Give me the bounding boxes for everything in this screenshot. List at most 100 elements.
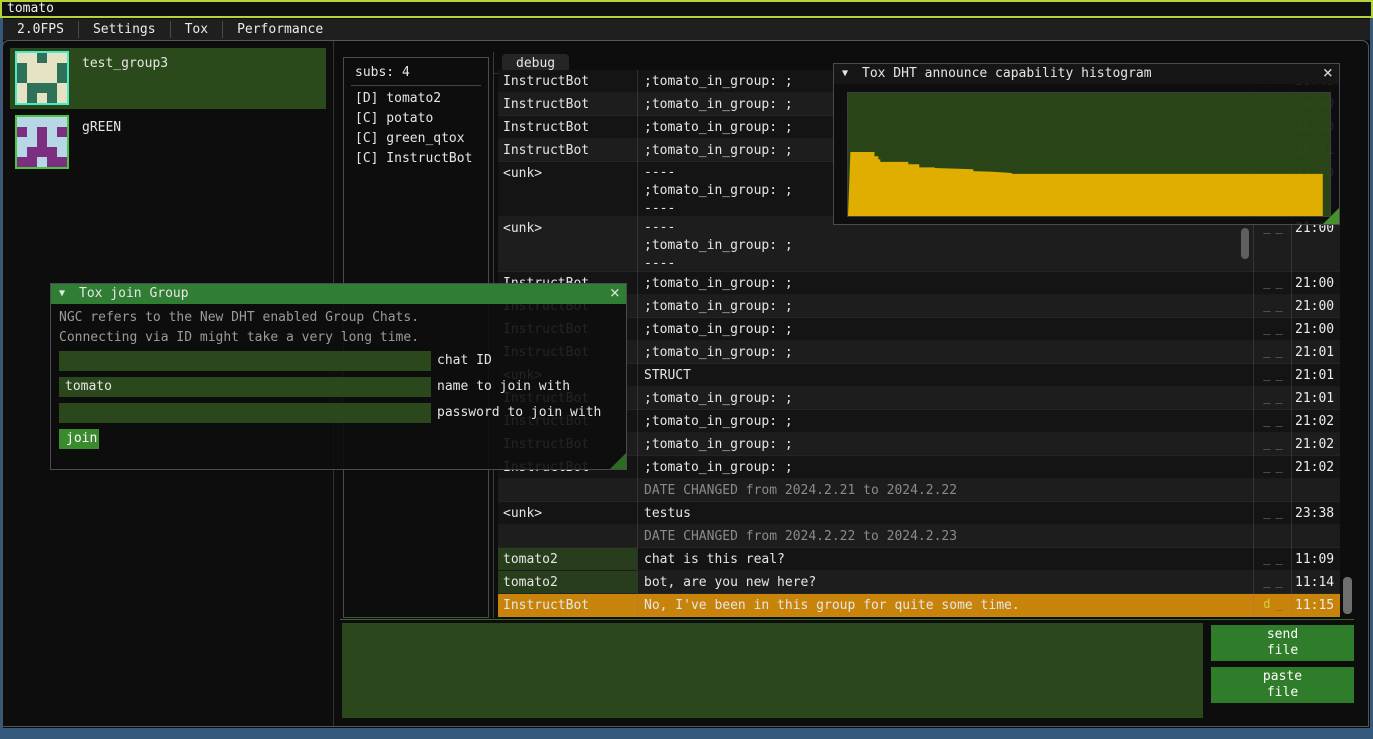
name-to-join-with-input[interactable]: tomato [59,377,431,397]
avatar-pixel [37,147,47,157]
message-text: ;tomato_in_group: ; [644,70,793,93]
avatar-pixel [37,53,47,63]
chat-id-input[interactable] [59,351,431,371]
message-status: __ [1255,272,1291,295]
column-separator-sender [637,70,638,617]
join-info-line1: NGC refers to the New DHT enabled Group … [59,310,419,325]
join-window-titlebar[interactable]: ▼ Tox join Group × [51,284,626,304]
message-text: ;tomato_in_group: ; [644,139,793,162]
status-mark: _ [1276,272,1283,295]
status-mark: _ [1276,433,1283,456]
avatar-pixel [27,53,37,63]
message-line: ;tomato_in_group: ; [644,456,793,479]
menu-item-2-0fps[interactable]: 2.0FPS [3,19,78,40]
avatar-pixel [57,93,67,103]
composer-separator [340,619,1354,620]
menu-item-tox[interactable]: Tox [171,19,222,40]
group-name: test_group3 [82,56,168,71]
message-text: ;tomato_in_group: ; [644,387,793,410]
message-line: ;tomato_in_group: ; [644,139,793,162]
avatar-pixel [37,157,47,167]
avatar-pixel [47,63,57,73]
message-line: chat is this real? [644,548,785,571]
chat-id-label: chat ID [437,351,492,371]
avatar-pixel [47,83,57,93]
status-mark: _ [1263,502,1270,525]
message-row[interactable]: tomato2bot, are you new here?__11:14 [498,571,1340,594]
avatar-pixel [17,83,27,93]
histogram-window-title: Tox DHT announce capability histogram [862,64,1152,84]
message-row[interactable]: InstructBot No, I've been in this group f… [498,594,1340,617]
resize-grip[interactable] [1323,208,1339,224]
status-mark: _ [1276,341,1283,364]
member-item-InstructBot[interactable]: [C] InstructBot [355,149,472,169]
close-icon[interactable]: × [610,282,620,304]
message-line: ;tomato_in_group: ; [644,237,793,255]
message-text: ----;tomato_in_group: ;---- [644,162,793,218]
member-item-potato[interactable]: [C] potato [355,109,433,129]
avatar-pixel [47,73,57,83]
message-row[interactable]: <unk>----;tomato_in_group: ;----__21:00 [498,217,1340,272]
message-sender: InstructBot [503,594,589,617]
password-to-join-with-input[interactable] [59,403,431,423]
resize-grip[interactable] [610,453,626,469]
join-info-line2: Connecting via ID might take a very long… [59,330,419,345]
window-titlebar[interactable]: tomato [0,0,1373,18]
avatar-pixel [17,93,27,103]
avatar-pixel [27,83,37,93]
avatar-pixel [57,73,67,83]
subs-count: subs: 4 [355,65,410,80]
avatar-pixel [17,137,27,147]
message-sender: <unk> [503,502,542,525]
collapse-arrow-icon[interactable]: ▼ [842,64,848,84]
collapse-arrow-icon[interactable]: ▼ [59,284,65,304]
menu-bar: 2.0FPSSettingsToxPerformance [3,19,1370,40]
message-row[interactable]: tomato2chat is this real?__11:09 [498,548,1340,571]
message-line: ---- [644,255,793,273]
avatar-pixel [27,63,37,73]
close-icon[interactable]: × [1323,62,1333,84]
status-mark: _ [1263,456,1270,479]
status-mark: _ [1276,410,1283,433]
message-line: STRUCT [644,364,691,387]
message-timestamp: 21:02 [1295,456,1340,479]
member-item-tomato2[interactable]: [D] tomato2 [355,89,441,109]
avatar-pixel [37,137,47,147]
status-mark: _ [1263,387,1270,410]
inner-scrollbar-thumb[interactable] [1241,228,1249,259]
menu-item-performance[interactable]: Performance [223,19,337,40]
menu-item-settings[interactable]: Settings [79,19,170,40]
avatar-pixel [17,117,27,127]
members-separator [351,85,481,86]
avatar-pixel [47,147,57,157]
message-timestamp: 21:00 [1295,295,1340,318]
message-sender: <unk> [503,162,542,185]
message-text: No, I've been in this group for quite so… [644,594,1020,617]
message-input[interactable] [342,623,1203,718]
status-mark: _ [1276,295,1283,318]
message-line: ;tomato_in_group: ; [644,272,793,295]
join-window-title: Tox join Group [79,284,189,304]
chat-scrollbar-thumb[interactable] [1343,577,1352,614]
group-item-gREEN[interactable]: gREEN [10,112,326,173]
message-text: ;tomato_in_group: ; [644,295,793,318]
join-button[interactable]: join [59,429,99,449]
avatar-pixel [37,83,47,93]
message-line: ;tomato_in_group: ; [644,318,793,341]
message-line: ;tomato_in_group: ; [644,341,793,364]
status-mark: _ [1263,433,1270,456]
paste-file-button[interactable]: paste file [1211,667,1354,703]
message-sender: InstructBot [503,116,589,139]
histogram-window-titlebar[interactable]: ▼ Tox DHT announce capability histogram … [834,64,1339,84]
group-item-test_group3[interactable]: test_group3 [10,48,326,109]
group-avatar [15,51,69,105]
send-file-button[interactable]: send file [1211,625,1354,661]
message-row[interactable]: <unk>testus__23:38 [498,502,1340,525]
avatar-pixel [47,93,57,103]
message-text: ;tomato_in_group: ; [644,410,793,433]
avatar-pixel [57,63,67,73]
status-mark: _ [1276,571,1283,594]
member-item-green_qtox[interactable]: [C] green_qtox [355,129,465,149]
message-line: ;tomato_in_group: ; [644,433,793,456]
histogram-window: ▼ Tox DHT announce capability histogram … [833,63,1340,225]
